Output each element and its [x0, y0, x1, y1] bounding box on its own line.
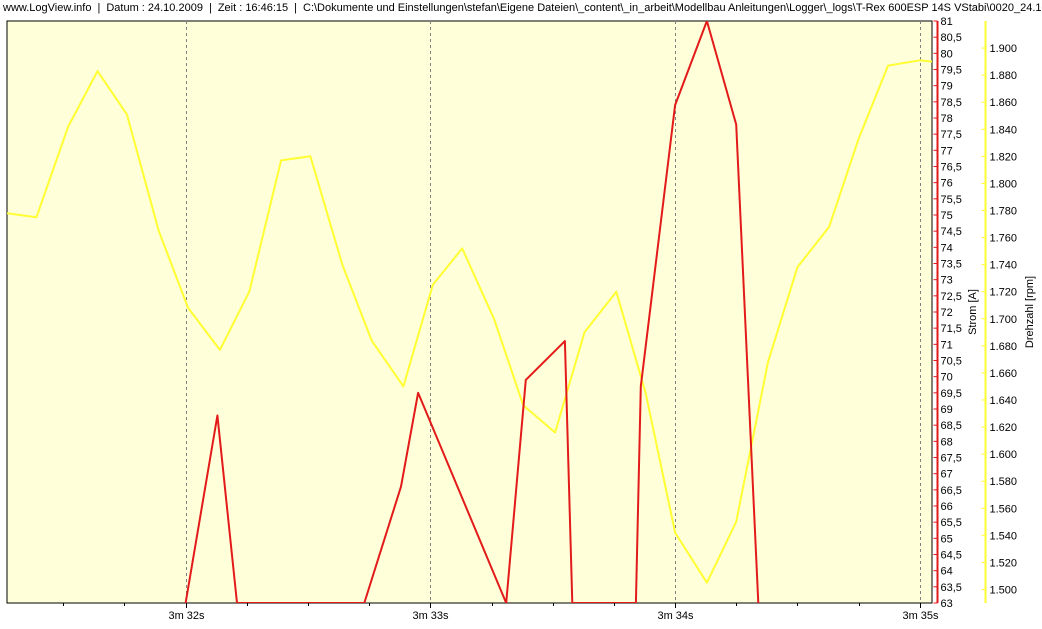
strom-tick-label: 64: [941, 566, 953, 578]
strom-tick-label: 74,5: [941, 226, 962, 238]
strom-tick-label: 63,5: [941, 582, 962, 594]
strom-tick-label: 80,5: [941, 32, 962, 44]
strom-tick-label: 76: [941, 178, 953, 190]
strom-tick-label: 72: [941, 307, 953, 319]
drehzahl-tick-label: 1.580: [990, 476, 1018, 488]
strom-tick-label: 69,5: [941, 388, 962, 400]
drehzahl-tick-label: 1.560: [990, 503, 1018, 515]
drehzahl-axis-label: Drehzahl [rpm]: [1024, 276, 1036, 348]
strom-tick-label: 70: [941, 372, 953, 384]
drehzahl-tick-label: 1.680: [990, 341, 1018, 353]
drehzahl-tick-label: 1.620: [990, 422, 1018, 434]
strom-tick-label: 71,5: [941, 323, 962, 335]
strom-tick-label: 63: [941, 598, 953, 610]
x-tick-label: 3m 34s: [657, 610, 694, 622]
drehzahl-tick-label: 1.500: [990, 584, 1018, 596]
strom-tick-label: 65,5: [941, 517, 962, 529]
x-tick-label: 3m 32s: [168, 610, 205, 622]
drehzahl-tick-label: 1.700: [990, 314, 1018, 326]
strom-tick-label: 81: [941, 16, 953, 28]
strom-tick-label: 69: [941, 404, 953, 416]
strom-tick-label: 65: [941, 533, 953, 545]
strom-tick-label: 72,5: [941, 291, 962, 303]
strom-tick-label: 76,5: [941, 162, 962, 174]
strom-tick-label: 78,5: [941, 97, 962, 109]
strom-tick-label: 73: [941, 275, 953, 287]
strom-tick-label: 78: [941, 113, 953, 125]
strom-tick-label: 68,5: [941, 420, 962, 432]
x-axis: 3m 32s 3m 33s 3m 34s 3m 35s: [63, 603, 939, 622]
log-chart: 3m 32s 3m 33s 3m 34s 3m 35s 6363,56464,5656…: [6, 16, 1036, 622]
drehzahl-tick-label: 1.600: [990, 449, 1018, 461]
strom-tick-label: 75,5: [941, 194, 962, 206]
drehzahl-tick-label: 1.520: [990, 557, 1018, 569]
drehzahl-tick-label: 1.760: [990, 233, 1018, 245]
strom-tick-label: 71: [941, 339, 953, 351]
x-tick-label: 3m 35s: [902, 610, 939, 622]
strom-axis-label: Strom [A]: [967, 289, 979, 335]
drehzahl-tick-label: 1.820: [990, 151, 1018, 163]
drehzahl-tick-label: 1.720: [990, 287, 1018, 299]
strom-tick-label: 79,5: [941, 65, 962, 77]
strom-tick-label: 79: [941, 81, 953, 93]
drehzahl-tick-label: 1.840: [990, 124, 1018, 136]
drehzahl-tick-label: 1.880: [990, 70, 1018, 82]
strom-tick-label: 67: [941, 469, 953, 481]
strom-tick-label: 75: [941, 210, 953, 222]
strom-tick-label: 80: [941, 48, 953, 60]
drehzahl-tick-label: 1.900: [990, 43, 1018, 55]
strom-axis: 63 63,5 64 64,5 65 65,5 66 66,5 67 67,5 68 68,5 69 69…: [933, 16, 962, 610]
drehzahl-axis: 1.500 1.520 1.540 1.560 1.580 1.600 1.620 1.640…: [981, 21, 1018, 603]
drehzahl-tick-label: 1.540: [990, 530, 1018, 542]
drehzahl-tick-label: 1.640: [990, 395, 1018, 407]
drehzahl-tick-label: 1.780: [990, 205, 1018, 217]
strom-tick-label: 68: [941, 436, 953, 448]
strom-tick-label: 77,5: [941, 129, 962, 141]
strom-tick-label: 67,5: [941, 453, 962, 465]
drehzahl-tick-label: 1.660: [990, 368, 1018, 380]
strom-tick-label: 66,5: [941, 485, 962, 497]
strom-tick-label: 70,5: [941, 356, 962, 368]
x-tick-label: 3m 33s: [412, 610, 449, 622]
strom-tick-label: 64,5: [941, 550, 962, 562]
strom-tick-label: 66: [941, 501, 953, 513]
strom-tick-label: 74: [941, 242, 953, 254]
drehzahl-tick-label: 1.860: [990, 97, 1018, 109]
strom-tick-label: 73,5: [941, 259, 962, 271]
strom-tick-label: 77: [941, 145, 953, 157]
drehzahl-tick-label: 1.740: [990, 260, 1018, 272]
drehzahl-tick-label: 1.800: [990, 178, 1018, 190]
